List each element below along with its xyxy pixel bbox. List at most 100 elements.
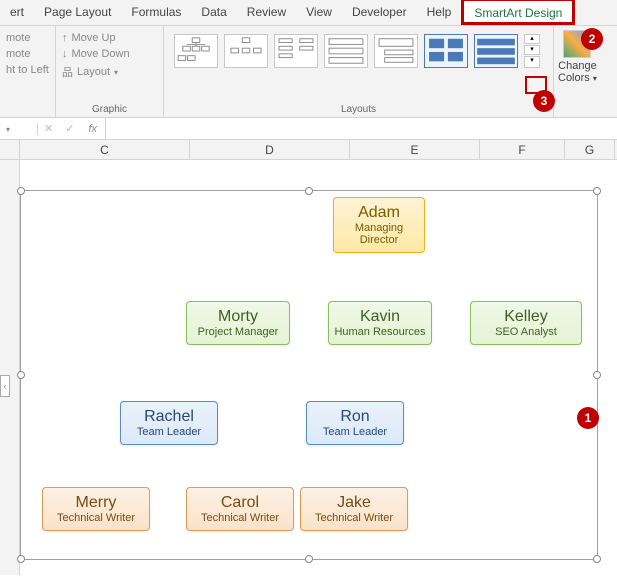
node-role: SEO Analyst — [475, 326, 577, 338]
node-name: Ron — [311, 408, 399, 426]
resize-handle-bm[interactable] — [305, 555, 313, 563]
node-name: Carol — [191, 494, 289, 512]
tab-help[interactable]: Help — [417, 0, 462, 25]
worksheet-canvas[interactable]: ‹ 1 Adam Managing Director — [0, 160, 617, 575]
layouts-gallery: ▴ ▾ ▾ — [170, 30, 547, 72]
connector — [96, 473, 98, 487]
formula-input[interactable] — [105, 118, 617, 139]
movedown-button[interactable]: ↓Move Down — [62, 46, 157, 62]
node-jake[interactable]: Jake Technical Writer — [300, 487, 408, 531]
connector — [240, 473, 242, 487]
callout-1: 1 — [577, 407, 599, 429]
connector — [526, 285, 528, 301]
smartart-text-pane-toggle[interactable]: ‹ — [0, 375, 10, 397]
tab-insert[interactable]: ert — [0, 0, 34, 25]
node-role: Managing Director — [338, 222, 420, 246]
resize-handle-tr[interactable] — [593, 187, 601, 195]
arrow-down-icon: ↓ — [62, 48, 68, 60]
formula-bar: ▾ ✕ ✓ fx — [0, 118, 617, 140]
connector — [353, 443, 355, 487]
layout-thumb-5[interactable] — [374, 34, 418, 68]
col-e[interactable]: E — [350, 140, 480, 159]
node-role: Human Resources — [333, 326, 427, 338]
node-name: Merry — [47, 494, 145, 512]
layouts-label: Layouts — [170, 104, 547, 115]
connector — [378, 285, 380, 301]
name-box[interactable]: ▾ — [0, 123, 38, 135]
layout-thumb-6[interactable] — [424, 34, 468, 68]
resize-handle-br[interactable] — [593, 555, 601, 563]
layouts-down-button[interactable]: ▾ — [524, 45, 540, 55]
group-promote: mote mote ht to Left — [0, 26, 56, 117]
resize-handle-bl[interactable] — [17, 555, 25, 563]
resize-handle-ml[interactable] — [17, 371, 25, 379]
node-role: Technical Writer — [191, 512, 289, 524]
connector — [238, 285, 528, 287]
group-graphic: ↑Move Up ↓Move Down 品Layout▾ Graphic — [56, 26, 164, 117]
node-name: Kavin — [333, 308, 427, 326]
tab-page-layout[interactable]: Page Layout — [34, 0, 121, 25]
graphic-label: Graphic — [62, 104, 157, 115]
col-f[interactable]: F — [480, 140, 565, 159]
node-role: Project Manager — [191, 326, 285, 338]
layout-dropdown[interactable]: 品Layout▾ — [62, 62, 157, 82]
layouts-up-button[interactable]: ▴ — [524, 34, 540, 44]
col-d[interactable]: D — [190, 140, 350, 159]
select-all-corner[interactable] — [0, 140, 20, 159]
connector — [168, 385, 318, 387]
tab-review[interactable]: Review — [237, 0, 296, 25]
node-carol[interactable]: Carol Technical Writer — [186, 487, 294, 531]
group-layouts: ▴ ▾ ▾ Layouts — [164, 26, 554, 117]
tab-view[interactable]: View — [296, 0, 342, 25]
org-chart: Adam Managing Director Morty Project Man… — [28, 195, 588, 555]
node-role: Technical Writer — [305, 512, 403, 524]
callout-3: 3 — [533, 90, 555, 112]
fx-button[interactable]: fx — [80, 123, 105, 135]
ribbon-tabs: ert Page Layout Formulas Data Review Vie… — [0, 0, 617, 26]
rtl-button[interactable]: ht to Left — [6, 62, 49, 78]
node-merry[interactable]: Merry Technical Writer — [42, 487, 150, 531]
resize-handle-tm[interactable] — [305, 187, 313, 195]
node-name: Kelley — [475, 308, 577, 326]
ribbon: mote mote ht to Left ↑Move Up ↓Move Down… — [0, 26, 617, 118]
col-g[interactable]: G — [565, 140, 615, 159]
node-morty[interactable]: Morty Project Manager — [186, 301, 290, 345]
node-kelley[interactable]: Kelley SEO Analyst — [470, 301, 582, 345]
node-role: Team Leader — [125, 426, 213, 438]
arrow-up-icon: ↑ — [62, 32, 68, 44]
node-name: Jake — [305, 494, 403, 512]
node-adam[interactable]: Adam Managing Director — [333, 197, 425, 253]
layouts-scroll: ▴ ▾ ▾ — [524, 34, 540, 68]
tab-developer[interactable]: Developer — [342, 0, 417, 25]
connector — [96, 473, 242, 475]
demote-button[interactable]: mote — [6, 46, 49, 62]
node-rachel[interactable]: Rachel Team Leader — [120, 401, 218, 445]
node-name: Adam — [338, 204, 420, 222]
layouts-more-button[interactable]: ▾ — [524, 56, 540, 68]
layout-thumb-4[interactable] — [324, 34, 368, 68]
layout-thumb-3[interactable] — [274, 34, 318, 68]
col-c[interactable]: C — [20, 140, 190, 159]
layout-thumb-7[interactable] — [474, 34, 518, 68]
resize-handle-tl[interactable] — [17, 187, 25, 195]
chevron-down-icon: ▾ — [593, 74, 597, 83]
layout-thumb-1[interactable] — [174, 34, 218, 68]
node-ron[interactable]: Ron Team Leader — [306, 401, 404, 445]
node-role: Team Leader — [311, 426, 399, 438]
tab-smartart-design[interactable]: SmartArt Design — [461, 0, 575, 25]
layout-thumb-2[interactable] — [224, 34, 268, 68]
node-kavin[interactable]: Kavin Human Resources — [328, 301, 432, 345]
moveup-button[interactable]: ↑Move Up — [62, 30, 157, 46]
cancel-icon[interactable]: ✕ — [38, 122, 59, 135]
resize-handle-mr[interactable] — [593, 371, 601, 379]
enter-icon[interactable]: ✓ — [59, 122, 80, 135]
connector — [316, 385, 318, 401]
row-headers[interactable] — [0, 160, 20, 575]
promote-button[interactable]: mote — [6, 30, 49, 46]
tab-data[interactable]: Data — [191, 0, 236, 25]
node-role: Technical Writer — [47, 512, 145, 524]
callout-2: 2 — [581, 28, 603, 50]
connector — [168, 443, 170, 473]
tab-formulas[interactable]: Formulas — [121, 0, 191, 25]
node-name: Rachel — [125, 408, 213, 426]
